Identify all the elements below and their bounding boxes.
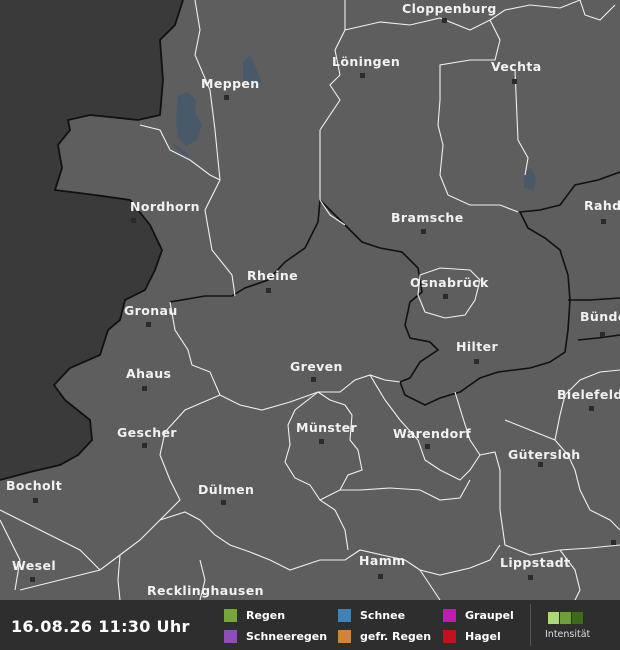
- city-label-bunde[interactable]: Bünde: [580, 309, 620, 324]
- city-dot-bramsche: [421, 229, 426, 234]
- regen-swatch: [224, 608, 237, 622]
- gefr-regen-swatch: [338, 629, 351, 643]
- city-dot-gronau: [146, 322, 151, 327]
- intensity-swatch-low: [548, 612, 559, 624]
- legend-separator: [530, 604, 531, 646]
- city-dot-hamm: [378, 574, 383, 579]
- legend-item-schneeregen: Schneeregen: [224, 628, 327, 644]
- legend-item-graupel: Graupel: [443, 607, 514, 623]
- city-label-dulmen[interactable]: Dülmen: [198, 482, 254, 497]
- hagel-swatch: [443, 629, 456, 643]
- city-label-nordhorn[interactable]: Nordhorn: [130, 199, 200, 214]
- city-label-meppen[interactable]: Meppen: [201, 76, 260, 91]
- city-label-bocholt[interactable]: Bocholt: [6, 478, 62, 493]
- city-label-hamm[interactable]: Hamm: [359, 553, 406, 568]
- city-label-lippstadt[interactable]: Lippstadt: [500, 555, 571, 570]
- legend-label-regen: Regen: [246, 608, 286, 622]
- city-label-loningen[interactable]: Löningen: [332, 54, 400, 69]
- legend-bar: 16.08.26 11:30 Uhr Regen Schneeregen Sch…: [0, 600, 620, 650]
- intensity-swatch-high: [572, 612, 583, 624]
- city-dot-loningen: [360, 73, 365, 78]
- city-dot-gutersloh: [538, 462, 543, 467]
- intensity-swatch-mid: [560, 612, 571, 624]
- city-dot-gescher: [142, 443, 147, 448]
- city-dot-dulmen: [221, 500, 226, 505]
- city-label-warendorf[interactable]: Warendorf: [393, 426, 471, 441]
- city-dot-east-edge: [611, 540, 616, 545]
- city-label-recklinghausen[interactable]: Recklinghausen: [147, 583, 264, 598]
- map-canvas[interactable]: Cloppenburg Löningen Meppen Vechta Nordh…: [0, 0, 620, 600]
- city-dot-bunde: [600, 332, 605, 337]
- city-dot-bocholt: [33, 498, 38, 503]
- city-dot-rahden: [601, 219, 606, 224]
- city-dot-rheine: [266, 288, 271, 293]
- legend-label-hagel: Hagel: [465, 629, 501, 643]
- legend-item-hagel: Hagel: [443, 628, 501, 644]
- legend-label-schneeregen: Schneeregen: [246, 629, 328, 643]
- legend-label-graupel: Graupel: [465, 608, 514, 622]
- city-label-cloppenburg[interactable]: Cloppenburg: [402, 1, 497, 16]
- city-label-osnabruck[interactable]: Osnabrück: [410, 275, 489, 290]
- city-label-bielefeld[interactable]: Bielefeld: [557, 387, 620, 402]
- city-label-greven[interactable]: Greven: [290, 359, 343, 374]
- city-label-ahaus[interactable]: Ahaus: [126, 366, 171, 381]
- city-dot-meppen: [224, 95, 229, 100]
- city-dot-vechta: [512, 79, 517, 84]
- city-dot-hilter: [474, 359, 479, 364]
- city-label-gutersloh[interactable]: Gütersloh: [508, 447, 581, 462]
- city-label-bramsche[interactable]: Bramsche: [391, 210, 464, 225]
- city-dot-lippstadt: [528, 575, 533, 580]
- radar-timestamp: 16.08.26 11:30 Uhr: [11, 617, 190, 636]
- city-dot-greven: [311, 377, 316, 382]
- intensity-swatches: [548, 612, 584, 624]
- legend-item-schnee: Schnee: [338, 607, 405, 623]
- city-label-munster[interactable]: Münster: [296, 420, 358, 435]
- intensity-label: Intensität: [545, 629, 591, 640]
- legend-item-regen: Regen: [224, 607, 285, 623]
- city-label-rahden[interactable]: Rahde: [584, 198, 620, 213]
- legend-item-gefr-regen: gefr. Regen: [338, 628, 431, 644]
- city-dot-bielefeld: [589, 406, 594, 411]
- weather-radar-map: Cloppenburg Löningen Meppen Vechta Nordh…: [0, 0, 620, 650]
- schnee-swatch: [338, 608, 351, 622]
- intensity-scale: Intensität: [545, 610, 615, 644]
- schneeregen-swatch: [224, 629, 237, 643]
- city-label-wesel[interactable]: Wesel: [12, 558, 56, 573]
- city-label-gescher[interactable]: Gescher: [117, 425, 177, 440]
- city-dot-cloppenburg: [442, 18, 447, 23]
- city-dot-ahaus: [142, 386, 147, 391]
- legend-label-schnee: Schnee: [360, 608, 406, 622]
- city-dot-osnabruck: [443, 294, 448, 299]
- graupel-swatch: [443, 608, 456, 622]
- city-label-hilter[interactable]: Hilter: [456, 339, 498, 354]
- legend-label-gefr-regen: gefr. Regen: [360, 629, 432, 643]
- city-label-rheine[interactable]: Rheine: [247, 268, 298, 283]
- city-dot-warendorf: [425, 444, 430, 449]
- city-dot-munster: [319, 439, 324, 444]
- city-label-gronau[interactable]: Gronau: [124, 303, 178, 318]
- city-dot-wesel: [30, 577, 35, 582]
- city-label-vechta[interactable]: Vechta: [491, 59, 542, 74]
- city-dot-nordhorn: [131, 218, 136, 223]
